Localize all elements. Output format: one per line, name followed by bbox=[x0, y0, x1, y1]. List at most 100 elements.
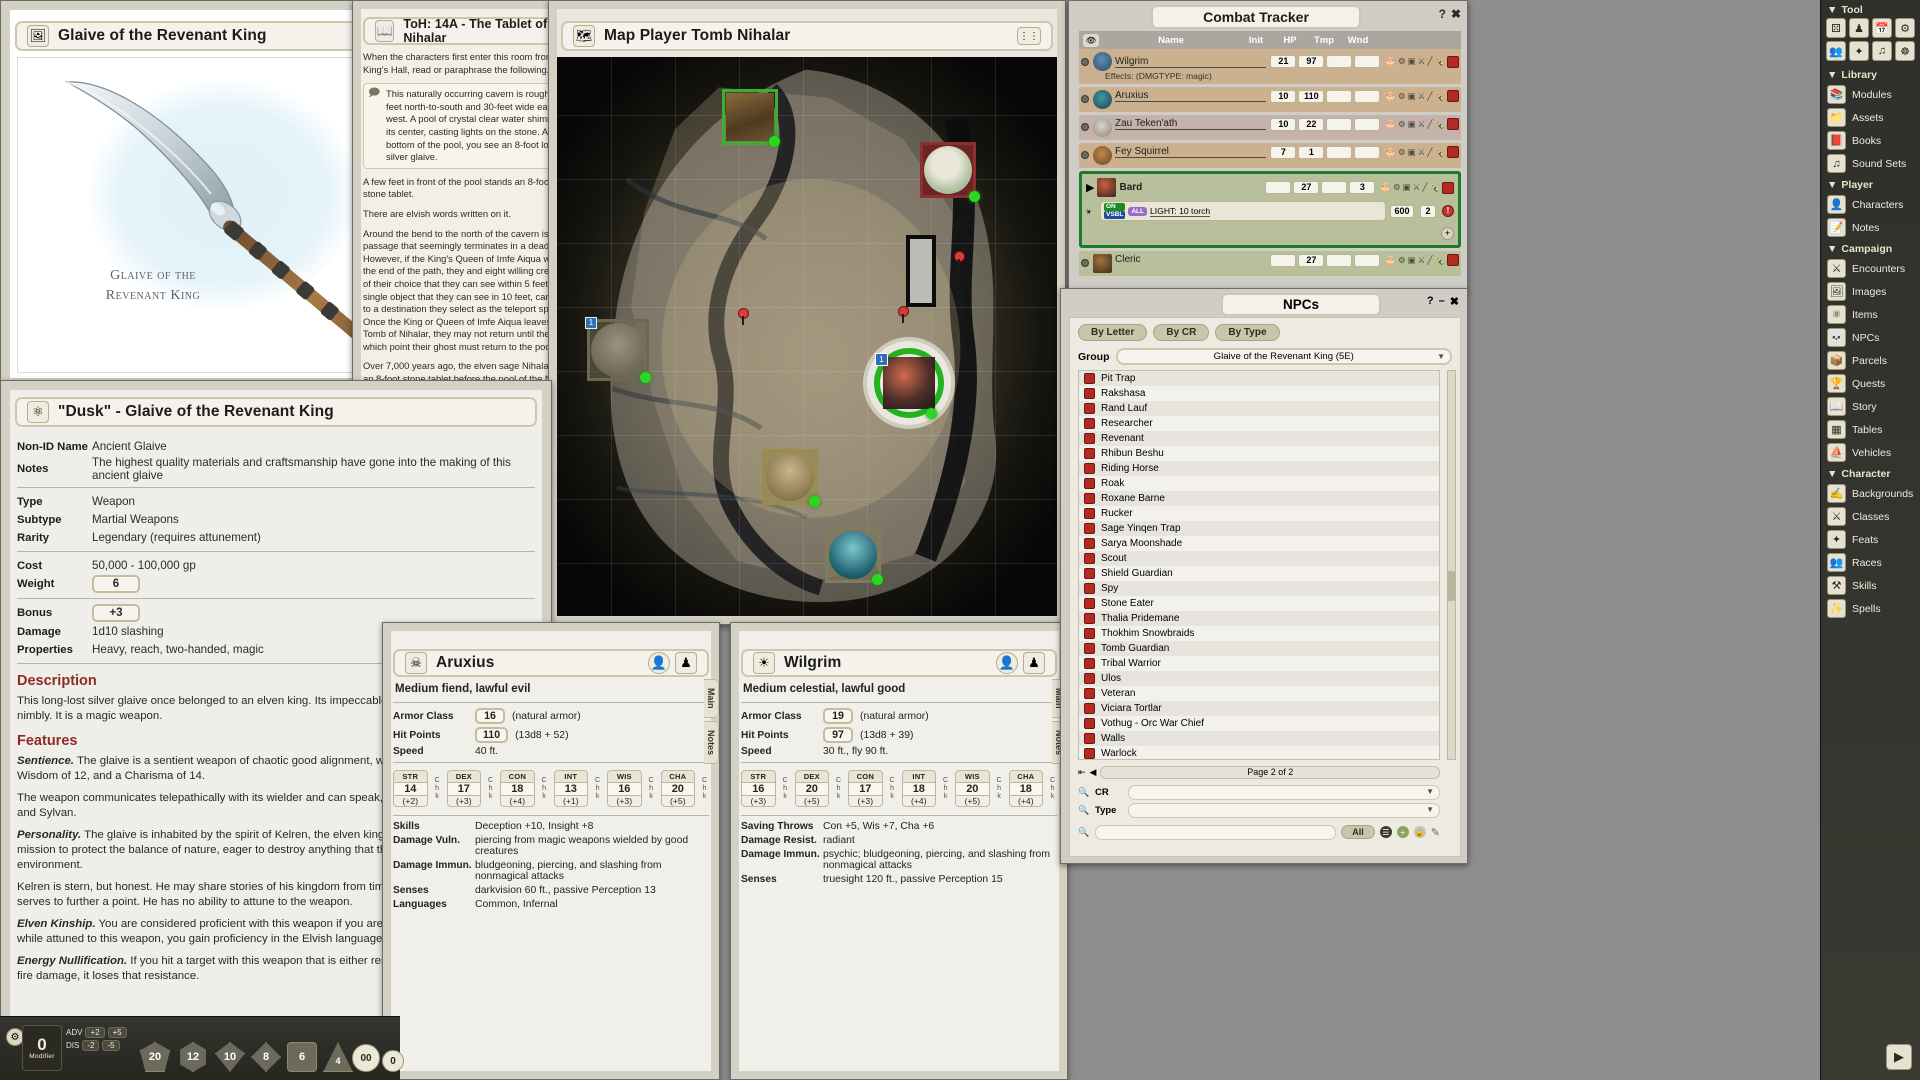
row-portrait[interactable] bbox=[1093, 118, 1112, 137]
scrollbar-thumb[interactable] bbox=[1448, 571, 1455, 601]
list-item[interactable]: Revenant bbox=[1079, 431, 1439, 446]
stat-box[interactable]: 97 bbox=[823, 727, 853, 743]
table-row[interactable]: Zau Teken'ath 10 22 🎂 ⚙ ▣ ⚔ ╱ 🍾 bbox=[1079, 115, 1461, 140]
row-name[interactable]: Aruxius bbox=[1115, 90, 1267, 102]
ability-int[interactable]: INT 13 (+1) bbox=[553, 770, 589, 807]
die-d20[interactable]: 20 bbox=[140, 1042, 170, 1072]
kebab-menu-icon[interactable]: ⋮⋮ bbox=[1017, 27, 1041, 45]
field-value[interactable]: Ancient Glaive bbox=[92, 440, 535, 453]
potion-icon[interactable]: 🍾 bbox=[1434, 255, 1445, 266]
calendar-icon[interactable]: 📅 bbox=[1872, 18, 1892, 38]
list-item[interactable]: Spy bbox=[1079, 581, 1439, 596]
dis-chip-2[interactable]: -5 bbox=[102, 1040, 120, 1051]
effect-icon[interactable]: 🎂 bbox=[1385, 119, 1396, 130]
shield-icon[interactable]: ▣ bbox=[1408, 119, 1416, 130]
ability-str[interactable]: STR 16 (+3) bbox=[741, 770, 776, 807]
slash-icon[interactable]: ╱ bbox=[1422, 182, 1427, 193]
sidebar-item-modules[interactable]: 📚 Modules bbox=[1821, 83, 1920, 106]
sidebar-item-skills[interactable]: ⚒ Skills bbox=[1821, 574, 1920, 597]
type-filter-select[interactable]: ▼ bbox=[1128, 802, 1440, 818]
list-item[interactable]: Tribal Warrior bbox=[1079, 656, 1439, 671]
effect-value-1[interactable]: 600 bbox=[1390, 204, 1414, 218]
ability-cha[interactable]: CHA 20 (+5) bbox=[660, 770, 696, 807]
party-icon[interactable]: 👥 bbox=[1826, 41, 1846, 61]
sidebar-group-header[interactable]: ▼ Campaign bbox=[1821, 239, 1920, 257]
die-d4[interactable]: 4 bbox=[323, 1042, 353, 1072]
sidebar-item-feats[interactable]: ✦ Feats bbox=[1821, 528, 1920, 551]
row-target-dot[interactable] bbox=[1081, 151, 1089, 159]
edit-icon[interactable]: ✎ bbox=[1431, 826, 1440, 839]
sword-icon[interactable]: ⚔ bbox=[1418, 91, 1426, 102]
list-item[interactable]: Rakshasa bbox=[1079, 386, 1439, 401]
cr-filter-select[interactable]: ▼ bbox=[1128, 784, 1440, 800]
sidebar-group-header[interactable]: ▼ Tool bbox=[1821, 0, 1920, 18]
all-button[interactable]: All bbox=[1341, 825, 1375, 839]
token-icon[interactable]: ♟ bbox=[675, 652, 697, 674]
chevron-down-icon[interactable]: ▼ bbox=[1827, 69, 1837, 81]
sidebar-item-images[interactable]: 🖼 Images bbox=[1821, 280, 1920, 303]
token-icon[interactable]: ♟ bbox=[1023, 652, 1045, 674]
sidebar-item-classes[interactable]: ⚔ Classes bbox=[1821, 505, 1920, 528]
shield-icon[interactable]: ▣ bbox=[1408, 91, 1416, 102]
weight-value[interactable]: 6 bbox=[92, 575, 140, 593]
list-item[interactable]: Walls bbox=[1079, 731, 1439, 746]
slash-icon[interactable]: ╱ bbox=[1427, 255, 1432, 266]
sword-icon[interactable]: ⚔ bbox=[1418, 119, 1426, 130]
ability-int[interactable]: INT 18 (+4) bbox=[901, 770, 937, 807]
row-init[interactable]: 21 bbox=[1270, 55, 1297, 68]
ability-dex[interactable]: DEX 17 (+3) bbox=[446, 770, 482, 807]
sidebar-item-backgrounds[interactable]: ✍ Backgrounds bbox=[1821, 482, 1920, 505]
row-hp[interactable]: 110 bbox=[1298, 90, 1325, 103]
die-d10[interactable]: 10 bbox=[215, 1042, 245, 1072]
sidebar-item-books[interactable]: 📕 Books bbox=[1821, 129, 1920, 152]
row-wnd[interactable] bbox=[1354, 254, 1381, 267]
row-portrait[interactable] bbox=[1093, 52, 1112, 71]
potion-icon[interactable]: 🍾 bbox=[1429, 182, 1440, 193]
modifier-box[interactable]: 0 Modifier bbox=[22, 1025, 62, 1071]
sword-icon[interactable]: ⚔ bbox=[1418, 56, 1426, 67]
list-mode-icon[interactable]: ☰ bbox=[1379, 826, 1392, 838]
sidebar-group-header[interactable]: ▼ Character bbox=[1821, 464, 1920, 482]
effect-text[interactable]: LIGHT: 10 torch bbox=[1149, 206, 1211, 217]
list-item[interactable]: Researcher bbox=[1079, 416, 1439, 431]
help-icon[interactable]: ? bbox=[1427, 295, 1434, 308]
sidebar-item-encounters[interactable]: ⚔ Encounters bbox=[1821, 257, 1920, 280]
shield-icon[interactable]: ▣ bbox=[1408, 56, 1416, 67]
sort-by-type-button[interactable]: By Type bbox=[1215, 324, 1280, 341]
search-icon[interactable]: 🔍 bbox=[1078, 827, 1090, 838]
sidebar-item-items[interactable]: ⚛ Items bbox=[1821, 303, 1920, 326]
sort-by-letter-button[interactable]: By Letter bbox=[1078, 324, 1148, 341]
group-select[interactable]: Glaive of the Revenant King (5E) ▼ bbox=[1115, 348, 1452, 365]
row-name[interactable]: Wilgrim bbox=[1115, 56, 1267, 68]
sidebar-item-characters[interactable]: 👤 Characters bbox=[1821, 193, 1920, 216]
row-init[interactable] bbox=[1265, 181, 1292, 194]
row-hp[interactable]: 1 bbox=[1298, 146, 1325, 159]
sidebar-item-tables[interactable]: ▦ Tables bbox=[1821, 418, 1920, 441]
dis-row[interactable]: DIS -2 -5 bbox=[66, 1040, 127, 1051]
remove-button[interactable] bbox=[1442, 181, 1454, 194]
lock-icon[interactable]: 🔒 bbox=[1413, 826, 1426, 838]
list-item[interactable]: Rand Lauf bbox=[1079, 401, 1439, 416]
sword-icon[interactable]: ⚔ bbox=[1418, 255, 1426, 266]
gear-icon[interactable]: ⚙ bbox=[1398, 147, 1406, 158]
row-hp[interactable]: 97 bbox=[1298, 55, 1325, 68]
stat-box[interactable]: 16 bbox=[475, 708, 505, 724]
potion-icon[interactable]: 🍾 bbox=[1434, 147, 1445, 158]
row-target-dot[interactable] bbox=[1081, 259, 1089, 267]
adv-chip-1[interactable]: +2 bbox=[85, 1027, 105, 1038]
chevron-down-icon[interactable]: ▼ bbox=[1437, 352, 1445, 361]
remove-button[interactable] bbox=[1447, 254, 1459, 266]
list-item[interactable]: Warlock bbox=[1079, 746, 1439, 759]
stat-box[interactable]: 19 bbox=[823, 708, 853, 724]
effect-badge-all[interactable]: ALL bbox=[1128, 206, 1147, 216]
search-input[interactable] bbox=[1095, 824, 1337, 840]
effect-icon[interactable]: 🎂 bbox=[1385, 56, 1396, 67]
list-item[interactable]: Riding Horse bbox=[1079, 461, 1439, 476]
row-init[interactable]: 10 bbox=[1270, 118, 1297, 131]
table-row[interactable]: Cleric 27 🎂 ⚙ ▣ ⚔ ╱ 🍾 bbox=[1079, 251, 1461, 276]
row-tmp[interactable] bbox=[1321, 181, 1348, 194]
list-item[interactable]: Rhibun Beshu bbox=[1079, 446, 1439, 461]
list-item[interactable]: Vothug - Orc War Chief bbox=[1079, 716, 1439, 731]
remove-button[interactable] bbox=[1447, 55, 1459, 68]
add-icon[interactable]: + bbox=[1396, 826, 1409, 838]
